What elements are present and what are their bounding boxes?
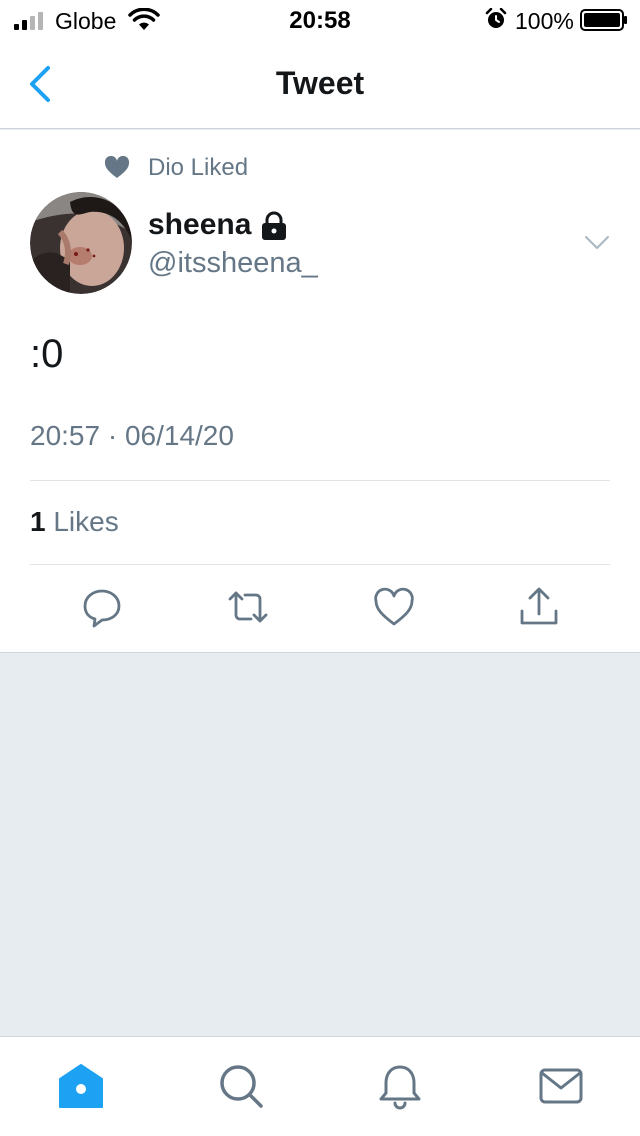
page-title: Tweet (275, 65, 365, 101)
retweet-icon[interactable] (226, 585, 270, 629)
likes-count: 1 (30, 506, 46, 537)
tweet-card: Dio Liked sheena @itssheena_ :0 20:57 · … (0, 130, 640, 653)
like-icon[interactable] (372, 585, 416, 629)
social-context-label: Dio Liked (148, 154, 249, 181)
battery-icon (580, 9, 627, 31)
tweet-text: :0 (30, 332, 64, 376)
share-icon[interactable] (517, 585, 561, 629)
likes-row[interactable]: 1 Likes (30, 506, 119, 538)
divider (30, 480, 610, 481)
alarm-icon (485, 8, 507, 28)
avatar[interactable] (30, 192, 132, 294)
tab-bar (0, 1036, 640, 1136)
search-icon[interactable] (216, 1061, 266, 1111)
tweet-timestamp: 20:57 · 06/14/20 (30, 420, 234, 451)
chevron-down-icon[interactable] (580, 230, 614, 254)
heart-icon (104, 156, 130, 178)
author-display-name[interactable]: sheena (148, 208, 251, 242)
home-icon[interactable] (56, 1061, 106, 1111)
status-bar: Globe 20:58 100% (0, 0, 640, 40)
author-handle[interactable]: @itssheena_ (148, 247, 318, 280)
divider (30, 564, 610, 565)
battery-percent: 100% (515, 8, 574, 34)
nav-bar: Tweet (0, 40, 640, 129)
messages-icon[interactable] (536, 1061, 586, 1111)
likes-label: Likes (53, 506, 119, 537)
notifications-icon[interactable] (375, 1061, 425, 1111)
reply-icon[interactable] (80, 585, 124, 629)
lock-icon (262, 211, 286, 240)
